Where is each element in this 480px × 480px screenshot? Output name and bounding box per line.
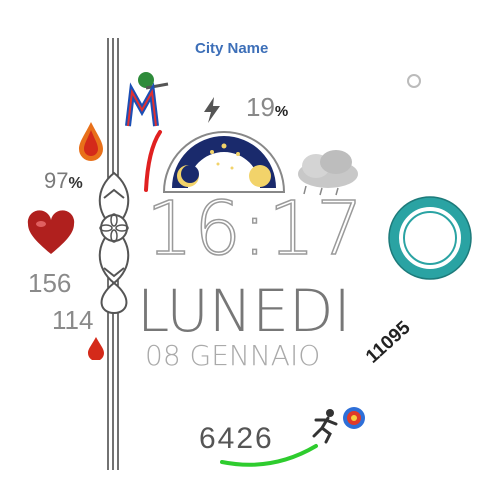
clock-time: 16:17 xyxy=(145,186,365,272)
battery-percent[interactable]: 19% xyxy=(246,92,288,123)
ornament-icon xyxy=(98,171,130,315)
humidity-value: 97 xyxy=(44,168,69,193)
battery-value: 19 xyxy=(246,92,275,122)
heart-rate-secondary: 114 xyxy=(52,305,94,335)
target-icon xyxy=(343,407,365,429)
small-drop-icon xyxy=(88,337,104,360)
moon-phase-icon[interactable] xyxy=(160,120,288,196)
heart-rate-current: 156 xyxy=(28,268,72,298)
raindrop-icon xyxy=(79,122,103,161)
humidity[interactable]: 97% xyxy=(44,168,83,194)
runner-icon xyxy=(312,409,338,444)
status-dot-icon xyxy=(407,74,421,88)
date: 08 GENNAIO xyxy=(145,339,321,372)
city-name[interactable]: City Name xyxy=(195,40,268,57)
weekday: LUNEDI xyxy=(137,277,351,345)
battery-unit: % xyxy=(274,103,289,120)
heart-icon[interactable] xyxy=(26,210,76,258)
progress-ring[interactable] xyxy=(388,196,472,280)
humidity-unit: % xyxy=(68,175,83,192)
